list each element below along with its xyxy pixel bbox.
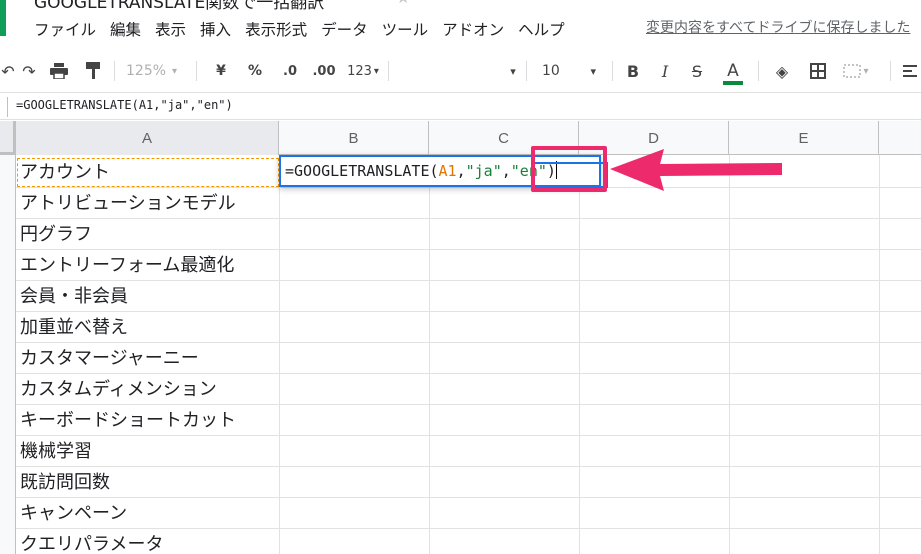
gridline xyxy=(429,155,430,554)
toolbar-divider xyxy=(890,61,891,81)
font-size-value: 10 xyxy=(542,63,560,79)
fill-color-icon[interactable]: ◈ xyxy=(770,58,794,84)
menu-file[interactable]: ファイル xyxy=(34,18,96,40)
save-status-link[interactable]: 変更内容をすべてドライブに保存しました xyxy=(646,17,910,37)
chevron-down-icon: ▾ xyxy=(172,65,178,77)
more-formats-button[interactable]: 123 ▾ xyxy=(342,58,384,84)
gridline xyxy=(729,155,730,554)
cell-a2[interactable]: アトリビューションモデル xyxy=(20,188,236,219)
cell-a10[interactable]: 機械学習 xyxy=(20,436,92,467)
menu-help[interactable]: ヘルプ xyxy=(518,18,565,40)
formula-separator: , xyxy=(456,162,466,180)
formula-bar-input[interactable]: =GOOGLETRANSLATE(A1,"ja","en") xyxy=(16,98,233,112)
bold-button[interactable]: B xyxy=(622,58,644,84)
toolbar-divider xyxy=(388,61,389,81)
cell-a12[interactable]: キャンペーン xyxy=(20,498,127,529)
annotation-arrow-icon xyxy=(610,149,782,191)
toolbar-divider xyxy=(196,61,197,81)
cell-a13[interactable]: クエリパラメータ xyxy=(20,529,163,554)
toolbar-divider xyxy=(758,61,759,81)
decrease-decimal-button[interactable]: .0 xyxy=(276,58,304,84)
currency-button[interactable]: ¥ xyxy=(210,58,232,84)
cell-a3[interactable]: 円グラフ xyxy=(20,219,92,250)
menu-view[interactable]: 表示 xyxy=(155,18,186,40)
cell-a4[interactable]: エントリーフォーム最適化 xyxy=(20,250,234,281)
toolbar-divider xyxy=(612,61,613,81)
sheets-logo-icon[interactable] xyxy=(0,0,6,36)
annotation-highlight-box xyxy=(531,146,607,192)
row-header-strip xyxy=(0,121,16,554)
borders-icon[interactable] xyxy=(806,58,830,84)
menu-insert[interactable]: 挿入 xyxy=(200,18,231,40)
italic-button[interactable]: I xyxy=(654,58,676,84)
cell-a9[interactable]: キーボードショートカット xyxy=(20,405,236,436)
chevron-down-icon: ▾ xyxy=(373,65,379,77)
menu-data[interactable]: データ xyxy=(321,18,368,40)
more-formats-label: 123 xyxy=(347,63,372,79)
cell-editor-text[interactable]: =GOOGLETRANSLATE(A1,"ja","en") xyxy=(285,161,557,180)
toolbar: ↶ ↷ 125% ▾ ¥ % .0 .00 123 ▾ ▾ 10 ▾ B I S A … xyxy=(0,52,921,90)
menu-edit[interactable]: 編集 xyxy=(110,18,141,40)
print-icon[interactable] xyxy=(46,58,72,84)
gridline xyxy=(579,155,580,554)
font-family-dropdown[interactable]: ▾ xyxy=(504,58,522,84)
menu-addons[interactable]: アドオン xyxy=(442,18,504,40)
formula-function: =GOOGLETRANSLATE( xyxy=(285,162,439,180)
gridline xyxy=(16,497,921,498)
strikethrough-button[interactable]: S xyxy=(686,58,708,84)
formula-source-lang: "ja" xyxy=(465,162,502,180)
menu-bar: ファイル 編集 表示 挿入 表示形式 データ ツール アドオン ヘルプ xyxy=(34,16,579,42)
zoom-value: 125% xyxy=(126,63,167,79)
align-left-icon[interactable] xyxy=(900,58,920,84)
star-icon[interactable]: ★ xyxy=(396,0,410,7)
gridline xyxy=(879,155,880,554)
column-header-a[interactable]: A xyxy=(16,121,279,155)
cell-a5[interactable]: 会員・非会員 xyxy=(20,281,128,312)
column-header-b[interactable]: B xyxy=(279,121,429,155)
redo-icon[interactable]: ↷ xyxy=(16,58,42,84)
formula-reference: A1 xyxy=(438,162,457,180)
increase-decimal-button[interactable]: .00 xyxy=(308,58,340,84)
percent-button[interactable]: % xyxy=(244,58,266,84)
gridline xyxy=(16,311,921,312)
undo-icon[interactable]: ↶ xyxy=(0,58,16,84)
document-title[interactable]: GOOGLETRANSLATE関数で一括翻訳 xyxy=(34,0,324,13)
toolbar-divider xyxy=(114,61,115,81)
menu-format[interactable]: 表示形式 xyxy=(245,18,307,40)
referenced-cell-outline xyxy=(17,158,279,187)
menu-tools[interactable]: ツール xyxy=(382,18,429,40)
merge-cells-icon[interactable]: ▾ xyxy=(838,58,874,84)
zoom-select[interactable]: 125% ▾ xyxy=(126,58,184,84)
cell-a7[interactable]: カスタマージャーニー xyxy=(20,343,199,374)
cell-a8[interactable]: カスタムディメンション xyxy=(20,374,217,405)
cell-a6[interactable]: 加重並べ替え xyxy=(20,312,128,343)
formula-bar[interactable]: =GOOGLETRANSLATE(A1,"ja","en") xyxy=(0,92,921,120)
text-color-swatch xyxy=(723,81,743,85)
gridline xyxy=(16,466,921,467)
toolbar-divider xyxy=(526,61,527,81)
cell-a11[interactable]: 既訪問回数 xyxy=(20,467,110,498)
select-all-corner[interactable] xyxy=(0,121,16,155)
formula-bar-divider xyxy=(7,97,8,117)
font-size-select[interactable]: 10 ▾ xyxy=(536,58,598,84)
formula-separator: , xyxy=(501,162,511,180)
gridline xyxy=(279,155,280,554)
paint-format-icon[interactable] xyxy=(80,58,106,84)
chevron-down-icon: ▾ xyxy=(590,64,596,78)
